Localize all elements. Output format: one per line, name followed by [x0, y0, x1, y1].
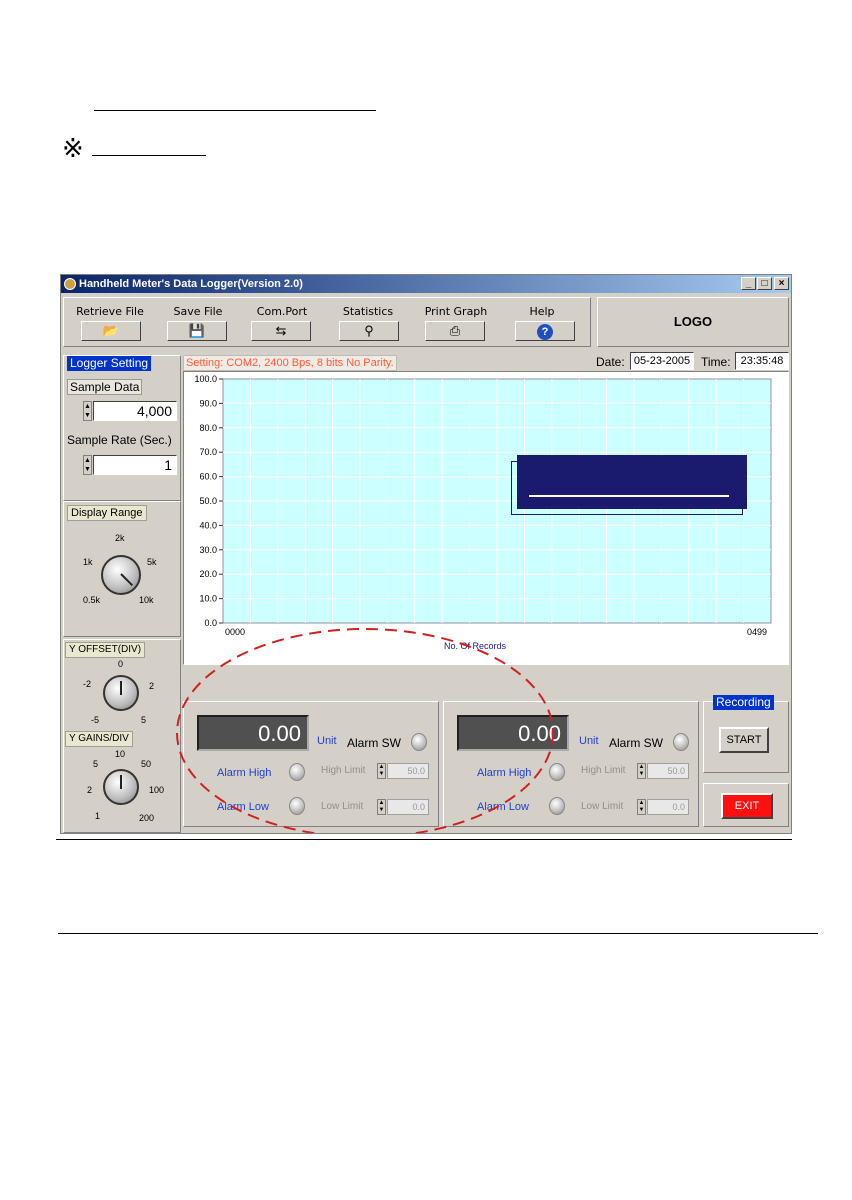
chart-y-tick-label: 90.0: [199, 398, 217, 408]
highlight-ellipse-shape: [176, 628, 554, 833]
range-tick-0-5k: 0.5k: [83, 595, 101, 605]
highlight-ellipse: [176, 628, 554, 833]
window-title: Handheld Meter's Data Logger(Version 2.0…: [79, 278, 303, 290]
y-gains-knob[interactable]: [103, 769, 139, 805]
y-offset-title: Y OFFSET(DIV): [65, 642, 146, 658]
statistics-button[interactable]: ⚲: [339, 321, 399, 341]
chart-y-tick-label: 30.0: [199, 545, 217, 555]
chart-y-tick-label: 60.0: [199, 472, 217, 482]
overlay-underline: [529, 495, 729, 497]
chart-y-tick-label: 20.0: [199, 569, 217, 579]
chart-y-tick-label: 50.0: [199, 496, 217, 506]
window-bottom-line: [56, 839, 792, 840]
save-file-label: Save File: [173, 305, 223, 318]
port-icon: ⇆: [275, 323, 287, 338]
chart-y-tick-label: 80.0: [199, 423, 217, 433]
help-label: Help: [529, 305, 555, 318]
channel-2-high-limit-input[interactable]: 50.0: [647, 763, 689, 779]
setting-status: Setting: COM2, 2400 Bps, 8 bits No Parit…: [183, 355, 397, 371]
gain-tick-200: 200: [139, 813, 155, 823]
channel-2-high-limit-label: High Limit: [581, 765, 626, 776]
gain-tick-50: 50: [141, 759, 152, 769]
display-range-knob-pointer: [120, 573, 134, 587]
chart-y-tick-label: 100.0: [194, 374, 217, 384]
minimize-button[interactable]: _: [741, 277, 756, 290]
range-tick-1k: 1k: [83, 557, 93, 567]
channel-2-low-limit-input[interactable]: 0.0: [647, 799, 689, 815]
logo-text: LOGO: [673, 314, 713, 329]
gain-tick-5: 5: [93, 759, 99, 769]
gain-tick-10: 10: [115, 749, 126, 759]
channel-2-unit: Unit: [579, 735, 599, 747]
time-label: Time:: [701, 355, 731, 369]
start-button[interactable]: START: [719, 727, 769, 753]
com-port-button[interactable]: ⇆: [251, 321, 311, 341]
y-gains-title: Y GAINS/DIV: [65, 731, 133, 747]
offset-tick-minus-2: -2: [83, 679, 92, 689]
range-tick-2k: 2k: [115, 533, 125, 543]
chart-x-tick-label: 0499: [747, 627, 767, 637]
exit-button[interactable]: EXIT: [721, 793, 773, 819]
y-offset-knob[interactable]: [103, 675, 139, 711]
title-bar: Handheld Meter's Data Logger(Version 2.0…: [61, 275, 791, 293]
logo-box: LOGO: [597, 297, 789, 347]
overlay-box: [517, 455, 747, 509]
print-graph-label: Print Graph: [424, 305, 488, 318]
app-icon: [64, 278, 76, 290]
underline-top: [94, 110, 376, 111]
app-window: Handheld Meter's Data Logger(Version 2.0…: [60, 274, 792, 834]
range-tick-5k: 5k: [147, 557, 157, 567]
logger-setting-panel: [63, 355, 181, 501]
sample-rate-input[interactable]: 1: [93, 455, 177, 475]
close-button[interactable]: ×: [774, 277, 789, 290]
sample-rate-spinner[interactable]: ▲ ▼: [83, 455, 92, 475]
offset-tick-2: 2: [149, 681, 155, 691]
gain-tick-2: 2: [87, 785, 93, 795]
display-range-knob[interactable]: [101, 555, 141, 595]
printer-icon: ⎙: [449, 323, 461, 338]
records-chart: 100.0 90.0 80.0 70.0 60.0 50.0 40.0 30.0 20.0 10.…: [194, 374, 772, 651]
channel-2-low-limit-label: Low Limit: [581, 801, 624, 812]
statistics-icon: ⚲: [364, 323, 374, 338]
channel-2-low-limit-spinner[interactable]: ▲ ▼: [637, 799, 646, 815]
statistics-label: Statistics: [342, 305, 394, 318]
channel-2-alarm-switch[interactable]: [673, 733, 689, 751]
y-gains-knob-pointer: [120, 775, 122, 789]
channel-2-high-limit-spinner[interactable]: ▲ ▼: [637, 763, 646, 779]
sample-data-input[interactable]: 4,000: [93, 401, 177, 421]
gain-tick-1: 1: [95, 811, 101, 821]
divider-line: [58, 933, 818, 934]
time-field: 23:35:48: [735, 352, 789, 370]
date-label: Date:: [596, 355, 625, 369]
chart-y-tick-label: 10.0: [199, 594, 217, 604]
offset-tick-minus-5: -5: [91, 715, 100, 725]
folder-icon: 📂: [102, 323, 120, 338]
range-tick-10k: 10k: [139, 595, 154, 605]
chart-y-tick-label: 40.0: [199, 520, 217, 530]
offset-tick-0: 0: [118, 659, 124, 669]
gain-tick-100: 100: [149, 785, 165, 795]
display-range-title: Display Range: [67, 505, 147, 521]
reference-mark: ※: [62, 134, 84, 164]
help-icon: ?: [537, 324, 553, 340]
sample-data-label: Sample Data: [67, 379, 143, 395]
sample-data-spinner[interactable]: ▲ ▼: [83, 401, 92, 421]
recording-title: Recording: [713, 695, 774, 710]
channel-2-alarm-sw-label: Alarm SW: [609, 736, 663, 750]
retrieve-file-button[interactable]: 📂: [81, 321, 141, 341]
offset-tick-5: 5: [141, 715, 147, 725]
print-graph-button[interactable]: ⎙: [425, 321, 485, 341]
underline-second: [92, 155, 206, 156]
sample-rate-label: Sample Rate (Sec.): [67, 433, 172, 447]
help-button[interactable]: ?: [515, 321, 575, 341]
date-field: 05-23-2005: [630, 352, 694, 370]
maximize-button[interactable]: □: [757, 277, 772, 290]
com-port-label: Com.Port: [256, 305, 308, 318]
y-offset-knob-pointer: [120, 681, 122, 695]
retrieve-file-label: Retrieve File: [76, 305, 144, 318]
save-file-button[interactable]: 💾: [167, 321, 227, 341]
chart-y-tick-label: 70.0: [199, 447, 217, 457]
floppy-icon: 💾: [188, 323, 206, 338]
logger-setting-title: Logger Setting: [67, 356, 152, 371]
